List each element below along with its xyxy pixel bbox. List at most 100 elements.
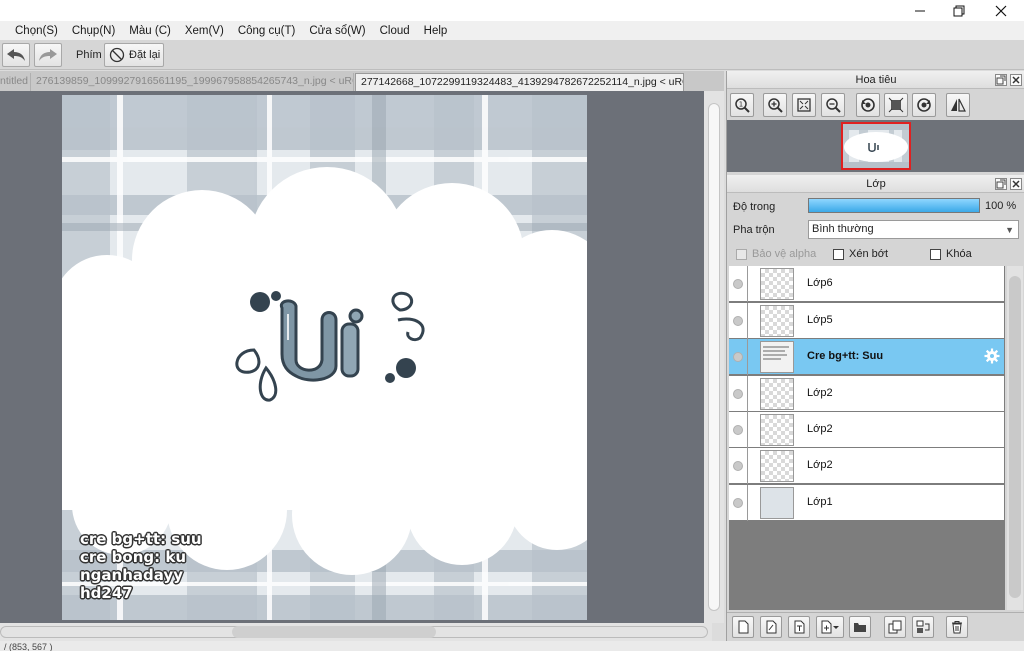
layer-panel-title-text: Lớp xyxy=(866,178,886,190)
layer-panel-title: Lớp xyxy=(727,175,1024,193)
menu-bar: Chọn(S) Chụp(N) Màu (C) Xem(V) Công cụ(T… xyxy=(0,21,1024,40)
opacity-value: 100 % xyxy=(985,200,1017,212)
navigator-close-button[interactable] xyxy=(1010,74,1022,86)
layer-row[interactable]: Lớp5 xyxy=(729,303,1004,339)
lock-label: Khóa xyxy=(946,248,972,260)
menu-help[interactable]: Help xyxy=(417,25,455,37)
protect-alpha-label: Bảo vệ alpha xyxy=(752,248,817,260)
menu-tools[interactable]: Công cụ(T) xyxy=(231,25,303,37)
canvas-horizontal-scrollbar[interactable] xyxy=(0,623,712,641)
layer-row[interactable]: Lớp6 xyxy=(729,266,1004,302)
layer-row-selected[interactable]: Cre bg+tt: Suu xyxy=(729,339,1004,375)
protect-alpha-checkbox[interactable] xyxy=(736,249,747,260)
layer-row[interactable]: Lớp2 xyxy=(729,448,1004,484)
tab-image-1[interactable]: 276139859_1099927916561195_1999679588542… xyxy=(31,73,354,91)
layer-row[interactable]: Lớp2 xyxy=(729,376,1004,412)
gear-icon[interactable] xyxy=(984,348,1000,364)
layer-row[interactable]: Lớp1 xyxy=(729,485,1004,521)
minimize-button[interactable] xyxy=(898,0,942,21)
new-vector-layer-button[interactable] xyxy=(760,616,782,638)
navigator-float-button[interactable] xyxy=(995,74,1007,86)
new-layer-button[interactable] xyxy=(732,616,754,638)
redo-arrow-icon xyxy=(39,49,57,61)
layer-thumbnail xyxy=(760,487,794,519)
menu-window[interactable]: Cửa sổ(W) xyxy=(302,25,372,37)
zoom-in-button[interactable] xyxy=(763,93,787,117)
cursor-position: / (853, 567 ) xyxy=(4,642,53,651)
row-separator xyxy=(747,303,748,339)
restore-icon xyxy=(953,5,965,16)
menu-cloud[interactable]: Cloud xyxy=(373,25,417,37)
navigator-title: Hoa tiêu xyxy=(727,71,1024,89)
layer-float-button[interactable] xyxy=(995,178,1007,190)
zoom-reset-icon: 1 xyxy=(735,98,750,113)
visibility-toggle[interactable] xyxy=(733,425,743,435)
layer-name: Lớp5 xyxy=(807,314,833,326)
navigator-thumbnail[interactable] xyxy=(841,122,911,170)
clipping-checkbox[interactable] xyxy=(833,249,844,260)
rotate-right-button[interactable] xyxy=(912,93,936,117)
merge-down-icon xyxy=(916,620,930,633)
float-window-icon xyxy=(996,75,1006,85)
visibility-toggle[interactable] xyxy=(733,461,743,471)
redo-button[interactable] xyxy=(34,43,62,67)
row-separator xyxy=(747,376,748,412)
rotate-reset-button[interactable] xyxy=(884,93,908,117)
layer-name: Lớp1 xyxy=(807,496,833,508)
delete-layer-button[interactable] xyxy=(946,616,968,638)
new-text-layer-button[interactable] xyxy=(788,616,810,638)
opacity-slider[interactable] xyxy=(808,198,980,213)
menu-capture[interactable]: Chụp(N) xyxy=(65,25,122,37)
blend-mode-select[interactable]: Bình thường ▼ xyxy=(808,220,1019,239)
restore-button[interactable] xyxy=(937,0,981,21)
menu-select[interactable]: Chọn(S) xyxy=(8,25,65,37)
tab-image-2-active[interactable]: 277142668_1072299119324483_4139294782672… xyxy=(355,73,684,91)
status-bar: / (853, 567 ) xyxy=(0,641,1024,651)
canvas-area[interactable]: cre bg+tt: suu cre bong: ku nganhadayy h… xyxy=(0,91,704,623)
row-separator xyxy=(747,266,748,302)
canvas-vertical-scrollbar[interactable] xyxy=(704,91,724,623)
zoom-reset-button[interactable]: 1 xyxy=(730,93,754,117)
row-separator xyxy=(747,485,748,521)
reset-button[interactable]: Đặt lại xyxy=(104,43,164,67)
row-separator xyxy=(747,339,748,375)
row-separator xyxy=(747,412,748,448)
layer-thumbnail xyxy=(760,450,794,482)
visibility-toggle[interactable] xyxy=(733,279,743,289)
layer-name: Lớp2 xyxy=(807,387,833,399)
close-icon xyxy=(1012,76,1020,84)
new-layer-options-button[interactable] xyxy=(816,616,844,638)
merge-layer-button[interactable] xyxy=(912,616,934,638)
row-separator xyxy=(747,448,748,484)
undo-button[interactable] xyxy=(2,43,30,67)
menu-view[interactable]: Xem(V) xyxy=(178,25,231,37)
chevron-down-icon: ▼ xyxy=(1005,225,1014,235)
visibility-toggle[interactable] xyxy=(733,498,743,508)
close-button[interactable] xyxy=(979,0,1023,21)
credit-line: nganhadayy xyxy=(80,566,183,584)
horizontal-scroll-thumb[interactable] xyxy=(232,626,436,638)
new-folder-button[interactable] xyxy=(849,616,871,638)
visibility-toggle[interactable] xyxy=(733,389,743,399)
navigator-title-text: Hoa tiêu xyxy=(855,74,897,86)
navigator-preview[interactable] xyxy=(727,120,1024,172)
layer-list-scrollbar[interactable] xyxy=(1007,266,1023,610)
clipping-label: Xén bớt xyxy=(849,248,889,260)
vertical-scroll-thumb[interactable] xyxy=(708,103,720,611)
tab-untitled[interactable]: ntitled xyxy=(0,73,31,91)
layer-thumbnail xyxy=(760,305,794,337)
zoom-out-button[interactable] xyxy=(821,93,845,117)
layer-row[interactable]: Lớp2 xyxy=(729,412,1004,448)
lock-checkbox[interactable] xyxy=(930,249,941,260)
credit-line: hd247 xyxy=(80,584,133,602)
fit-to-window-button[interactable] xyxy=(792,93,816,117)
menu-color[interactable]: Màu (C) xyxy=(122,25,178,37)
duplicate-layer-button[interactable] xyxy=(884,616,906,638)
canvas-image[interactable]: cre bg+tt: suu cre bong: ku nganhadayy h… xyxy=(62,95,587,620)
flip-horizontal-button[interactable] xyxy=(946,93,970,117)
rotate-left-button[interactable] xyxy=(856,93,880,117)
visibility-toggle[interactable] xyxy=(733,352,743,362)
visibility-toggle[interactable] xyxy=(733,316,743,326)
layer-scroll-thumb[interactable] xyxy=(1009,276,1021,598)
layer-close-button[interactable] xyxy=(1010,178,1022,190)
